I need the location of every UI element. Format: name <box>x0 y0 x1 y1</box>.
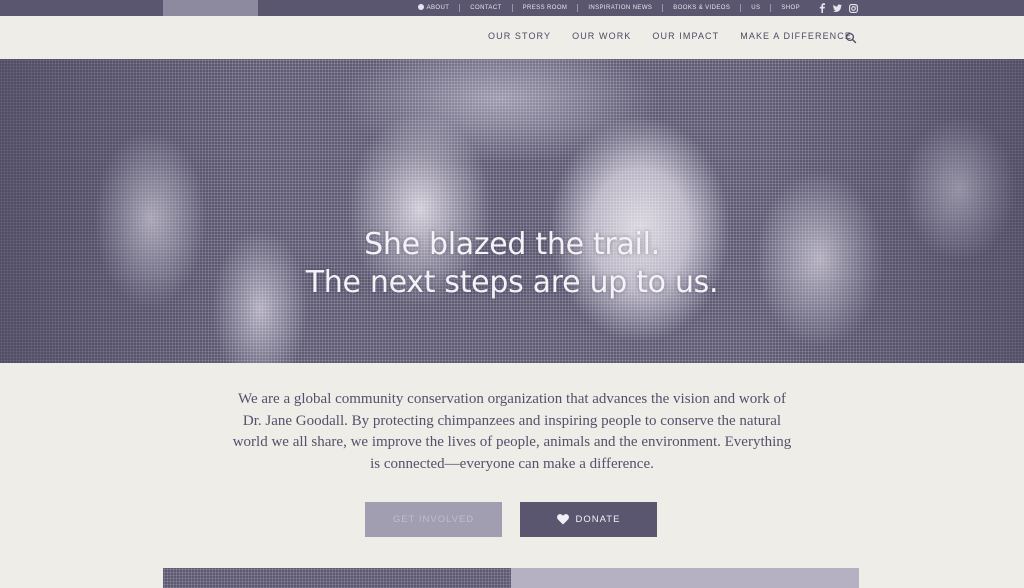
main-navbar: Our Story Our Work Our Impact Make a Dif… <box>0 16 1024 59</box>
utility-bar: About Contact Press Room Inspiration New… <box>0 0 1024 16</box>
utility-link-inspiration-news[interactable]: Inspiration News <box>578 4 664 12</box>
hero-headline-line-2: The next steps are up to us. <box>305 265 719 300</box>
mission-statement: We are a global community conservation o… <box>232 391 792 472</box>
hero-headline: She blazed the trail. The next steps are… <box>0 226 1024 302</box>
social-links <box>817 0 858 16</box>
nav-our-story[interactable]: Our Story <box>488 31 551 41</box>
utility-link-books-videos[interactable]: Books & Videos <box>663 4 742 12</box>
preview-panel <box>511 568 859 588</box>
utility-bar-accent <box>163 0 258 16</box>
get-involved-button[interactable]: Get Involved <box>365 502 502 537</box>
nav-our-impact[interactable]: Our Impact <box>652 31 719 41</box>
main-nav: Our Story Our Work Our Impact Make a Dif… <box>488 31 852 41</box>
utility-links: About Contact Press Room Inspiration New… <box>408 0 810 16</box>
utility-link-press-room[interactable]: Press Room <box>513 4 579 12</box>
nav-make-a-difference[interactable]: Make a Difference <box>740 31 852 41</box>
preview-photo <box>163 568 511 588</box>
twitter-icon[interactable] <box>833 3 842 13</box>
donate-label: Donate <box>575 514 621 525</box>
globe-icon <box>417 4 424 10</box>
search-icon[interactable] <box>845 31 857 44</box>
facebook-icon[interactable] <box>817 3 826 13</box>
donate-button[interactable]: Donate <box>520 502 657 537</box>
instagram-icon[interactable] <box>849 3 858 13</box>
get-involved-label: Get Involved <box>392 514 475 525</box>
next-section-preview <box>163 568 859 588</box>
utility-link-about[interactable]: About <box>408 4 461 12</box>
utility-link-us[interactable]: Us <box>741 4 772 12</box>
hero-banner: She blazed the trail. The next steps are… <box>0 59 1024 363</box>
utility-link-shop[interactable]: Shop <box>771 4 810 12</box>
heart-icon <box>556 514 569 525</box>
utility-link-contact[interactable]: Contact <box>460 4 513 12</box>
hero-headline-line-1: She blazed the trail. <box>364 227 660 262</box>
nav-our-work[interactable]: Our Work <box>572 31 631 41</box>
hero-photo-shade <box>0 59 1024 363</box>
